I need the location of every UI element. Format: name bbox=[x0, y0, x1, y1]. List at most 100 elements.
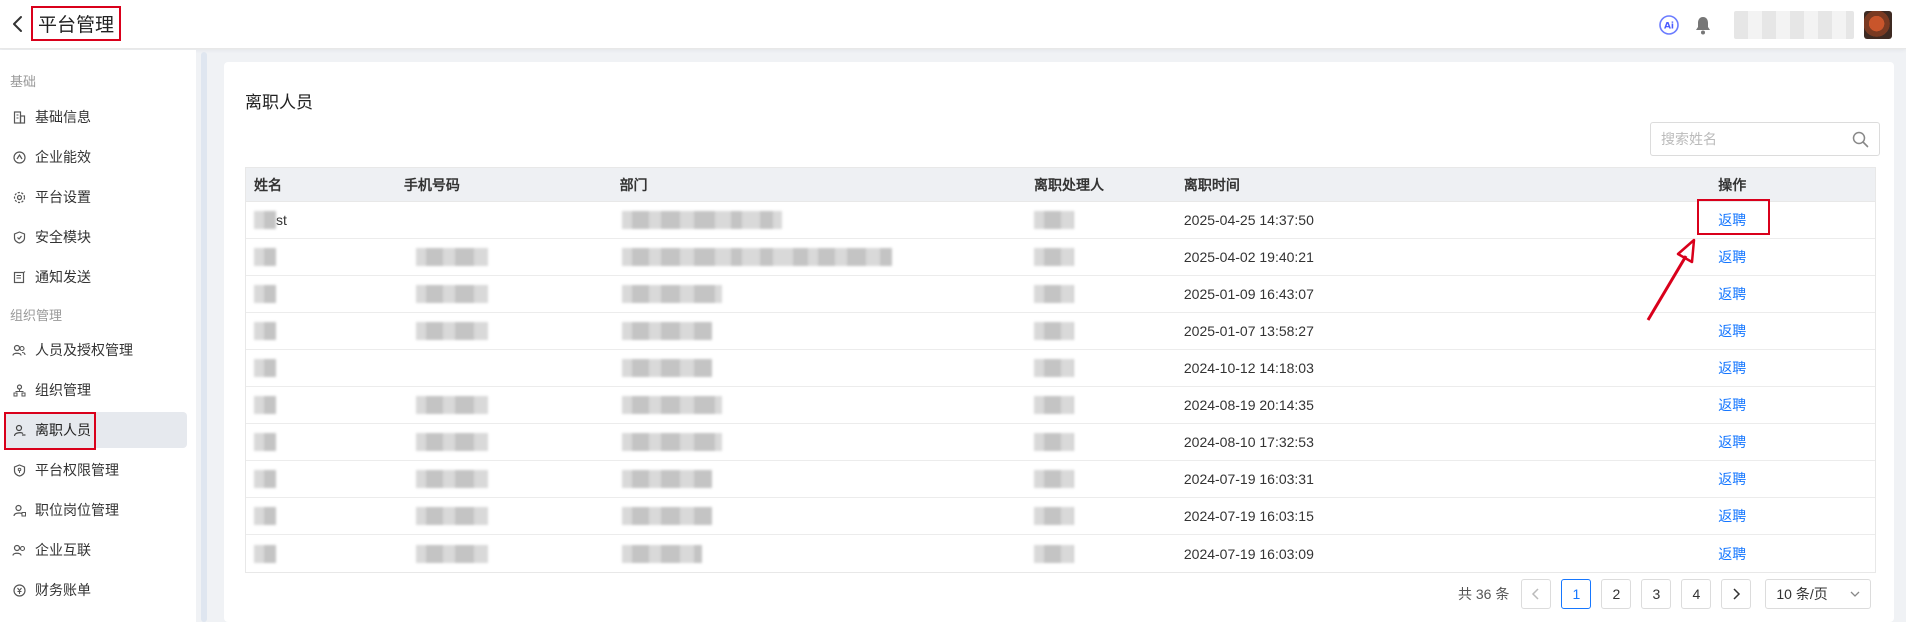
sidebar-item-org[interactable]: 组织管理 bbox=[4, 372, 187, 408]
sidebar-item-positions[interactable]: 职位岗位管理 bbox=[4, 492, 187, 528]
sidebar-item-label: 离职人员 bbox=[35, 422, 91, 438]
cell-phone bbox=[396, 239, 612, 275]
column-header: 操作 bbox=[1718, 176, 1747, 193]
pagination: 共 36 条 1 2 3 4 10 条/页 bbox=[1458, 579, 1872, 609]
redacted-mosaic bbox=[254, 544, 276, 563]
search-field[interactable] bbox=[1650, 122, 1880, 156]
cell-phone bbox=[396, 387, 612, 423]
redacted-mosaic bbox=[1034, 359, 1075, 377]
sidebar-item-enterprise-connect[interactable]: 企业互联 bbox=[4, 532, 187, 568]
cell-name bbox=[246, 461, 396, 497]
page-button[interactable]: 4 bbox=[1681, 579, 1712, 609]
cell-department bbox=[612, 461, 1026, 497]
sidebar-item-label: 平台设置 bbox=[35, 189, 91, 205]
bell-icon[interactable] bbox=[1694, 15, 1712, 35]
prev-page-button[interactable] bbox=[1521, 579, 1552, 609]
table-body: st 2025-04-25 14:37:50 返聘 2025-04-02 19:40:… bbox=[246, 202, 1875, 572]
cell-handler bbox=[1026, 387, 1176, 423]
sidebar-item-label: 基础信息 bbox=[35, 109, 91, 125]
redacted-mosaic bbox=[621, 359, 712, 378]
main-panel: 离职人员 姓名 手机号码 部门 离职处理人 离职时间 操作 st 2025-04-… bbox=[224, 62, 1894, 622]
sidebar-item-label: 职位岗位管理 bbox=[35, 502, 119, 518]
cell-resign-time: 2025-01-07 13:58:27 bbox=[1183, 323, 1314, 339]
cell-resign-time: 2025-04-25 14:37:50 bbox=[1183, 212, 1314, 228]
header-actions: Ai bbox=[1658, 0, 1906, 49]
redacted-mosaic bbox=[415, 322, 488, 341]
table-header: 姓名 手机号码 部门 离职处理人 离职时间 操作 bbox=[246, 168, 1875, 202]
redacted-mosaic bbox=[1034, 470, 1075, 488]
cell-phone bbox=[396, 350, 612, 386]
page-button[interactable]: 2 bbox=[1601, 579, 1632, 609]
redacted-mosaic bbox=[621, 285, 722, 304]
page-button[interactable]: 1 bbox=[1561, 579, 1592, 609]
table-row: 2024-07-19 16:03:15 返聘 bbox=[246, 498, 1875, 535]
rehire-button[interactable]: 返聘 bbox=[1718, 358, 1746, 378]
header-title-text: 平台管理 bbox=[38, 15, 115, 36]
sidebar-item-basic-info[interactable]: 基础信息 bbox=[4, 99, 187, 135]
sidebar-item-platform-permissions[interactable]: 平台权限管理 bbox=[4, 452, 187, 488]
back-arrow-icon[interactable] bbox=[10, 14, 26, 34]
column-header: 手机号码 bbox=[403, 176, 460, 193]
rehire-button[interactable]: 返聘 bbox=[1718, 432, 1746, 452]
name-text: st bbox=[276, 212, 287, 228]
redacted-mosaic bbox=[621, 507, 712, 526]
cell-resign-time: 2024-07-19 16:03:15 bbox=[1183, 508, 1314, 524]
table-row: 2024-08-19 20:14:35 返聘 bbox=[246, 387, 1875, 424]
rehire-button[interactable]: 返聘 bbox=[1718, 506, 1746, 526]
sidebar-item-personnel-auth[interactable]: 人员及授权管理 bbox=[4, 332, 187, 368]
rehire-button[interactable]: 返聘 bbox=[1718, 469, 1746, 489]
user-name-blurred[interactable] bbox=[1734, 10, 1854, 39]
sidebar-item-label: 平台权限管理 bbox=[35, 462, 119, 478]
rehire-button[interactable]: 返聘 bbox=[1718, 544, 1746, 564]
sidebar-scrollbar[interactable] bbox=[201, 52, 207, 622]
cell-handler bbox=[1026, 239, 1176, 275]
redacted-mosaic bbox=[621, 322, 712, 341]
cell-handler bbox=[1026, 202, 1176, 238]
sidebar-item-security[interactable]: 安全模块 bbox=[4, 219, 187, 255]
sidebar-item-billing[interactable]: 财务账单 bbox=[4, 572, 187, 608]
cell-action: 返聘 bbox=[1710, 276, 1875, 312]
sidebar-item-notification[interactable]: 通知发送 bbox=[4, 259, 187, 295]
cell-handler bbox=[1026, 498, 1176, 534]
cell-department bbox=[612, 313, 1026, 349]
rehire-button[interactable]: 返聘 bbox=[1718, 284, 1746, 304]
rehire-button[interactable]: 返聘 bbox=[1718, 321, 1746, 341]
page-size-select[interactable]: 10 条/页 bbox=[1765, 579, 1872, 609]
rehire-button[interactable]: 返聘 bbox=[1718, 210, 1746, 230]
table-row: 2024-08-10 17:32:53 返聘 bbox=[246, 424, 1875, 461]
resigned-staff-table: 姓名 手机号码 部门 离职处理人 离职时间 操作 st 2025-04-25 14… bbox=[245, 167, 1876, 573]
sidebar-item-energy[interactable]: 企业能效 bbox=[4, 139, 187, 175]
link-users-icon bbox=[12, 543, 26, 557]
cell-department bbox=[612, 276, 1026, 312]
search-input[interactable] bbox=[1651, 123, 1841, 155]
sidebar-item-resigned[interactable]: 离职人员 bbox=[4, 412, 187, 448]
cell-name bbox=[246, 239, 396, 275]
rehire-button[interactable]: 返聘 bbox=[1718, 247, 1746, 267]
cell-name bbox=[246, 498, 396, 534]
cell-phone bbox=[396, 202, 612, 238]
page-title: 离职人员 bbox=[245, 93, 313, 112]
column-header: 离职处理人 bbox=[1034, 176, 1105, 193]
table-row: 2025-01-09 16:43:07 返聘 bbox=[246, 276, 1875, 313]
cell-resign-time: 2024-10-12 14:18:03 bbox=[1183, 360, 1314, 376]
redacted-mosaic bbox=[254, 211, 276, 229]
cell-department bbox=[612, 239, 1026, 275]
column-header: 部门 bbox=[619, 176, 648, 193]
rehire-button[interactable]: 返聘 bbox=[1718, 395, 1746, 415]
avatar[interactable] bbox=[1864, 10, 1892, 39]
cell-phone bbox=[396, 498, 612, 534]
sidebar-item-label: 安全模块 bbox=[35, 229, 91, 245]
search-icon[interactable] bbox=[1852, 131, 1869, 148]
sidebar-item-platform-settings[interactable]: 平台设置 bbox=[4, 179, 187, 215]
cell-resign-time: 2024-08-10 17:32:53 bbox=[1183, 434, 1314, 450]
page-button[interactable]: 3 bbox=[1641, 579, 1672, 609]
ai-assistant-icon[interactable]: Ai bbox=[1658, 14, 1680, 36]
cell-department bbox=[612, 350, 1026, 386]
sidebar-item-label: 财务账单 bbox=[35, 582, 91, 598]
cell-handler bbox=[1026, 461, 1176, 497]
chevron-left-icon bbox=[1532, 588, 1539, 600]
redacted-mosaic bbox=[1034, 396, 1075, 414]
next-page-button[interactable] bbox=[1721, 579, 1752, 609]
coin-icon bbox=[12, 583, 26, 597]
sidebar-item-label: 企业互联 bbox=[35, 542, 91, 558]
